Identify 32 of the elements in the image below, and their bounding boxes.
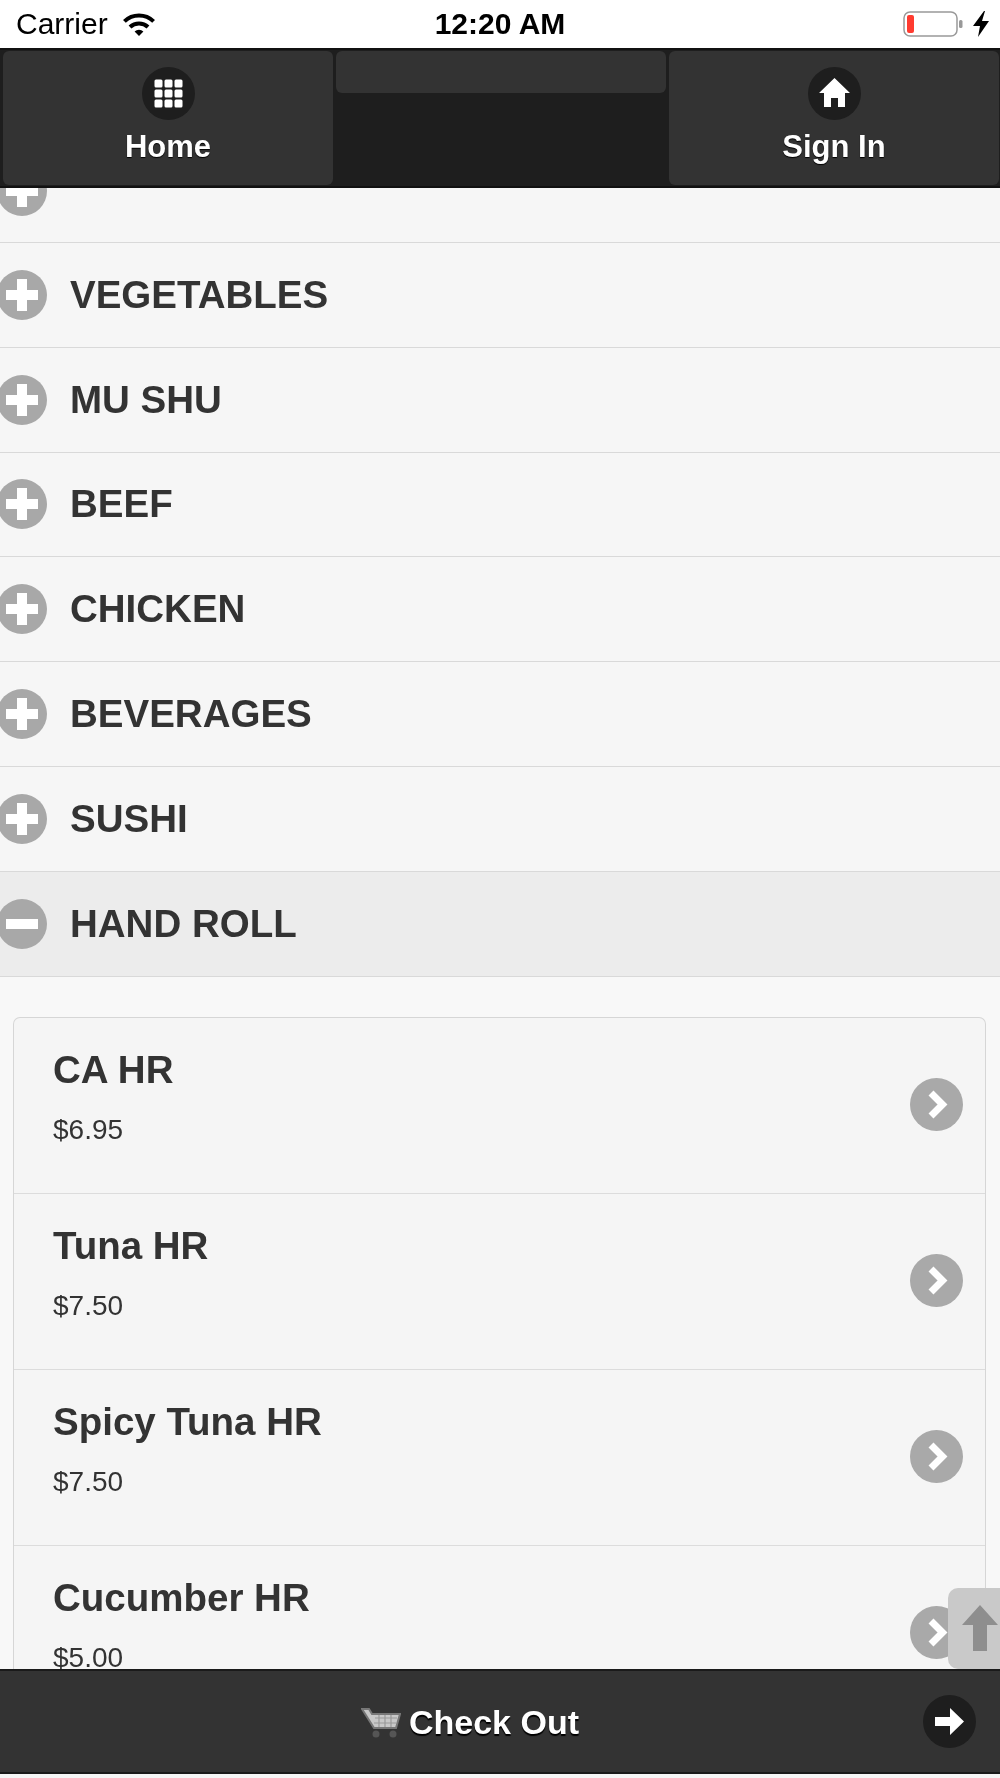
item-price: $7.50 — [53, 1293, 124, 1318]
item-name: Spicy Tuna HR — [53, 1399, 322, 1444]
chevron-right-icon — [910, 1605, 948, 1659]
arrow-right-icon — [923, 1695, 976, 1748]
chevron-right-icon — [910, 1429, 963, 1483]
nav-button[interactable]: Home — [3, 51, 333, 185]
menu-item[interactable]: Spicy Tuna HR $7.50 — [14, 1369, 985, 1546]
category-button[interactable]: HAND ROLL — [0, 871, 1000, 977]
chevron-right-icon — [910, 1253, 963, 1307]
checkout-button[interactable]: Check Out — [0, 1669, 1000, 1774]
wifi-icon — [121, 12, 156, 36]
nav-tab[interactable] — [336, 51, 666, 93]
house-icon — [807, 67, 861, 120]
item-price: $6.95 — [53, 1117, 124, 1142]
item-name: CA HR — [53, 1047, 174, 1092]
menu-item[interactable]: Tuna HR $7.50 — [14, 1193, 985, 1370]
carrier-name: Carrier — [16, 7, 108, 41]
battery-icon — [903, 11, 963, 37]
item-price: $5.00 — [53, 1645, 124, 1669]
clock-time: 12:20 AM — [434, 7, 566, 41]
up-arrow-icon — [960, 1603, 1000, 1654]
nav-button[interactable]: Sign In — [669, 51, 999, 185]
item-name: Tuna HR — [53, 1223, 209, 1268]
grid-icon — [141, 67, 195, 120]
cart-icon — [360, 1705, 401, 1738]
chevron-right-icon — [910, 1077, 963, 1131]
category-button[interactable] — [0, 188, 1000, 243]
item-name: Cucumber HR — [53, 1575, 310, 1620]
item-price: $7.50 — [53, 1469, 124, 1494]
bolt-icon — [973, 11, 989, 37]
menu-item[interactable]: CA HR $6.95 — [14, 1017, 985, 1194]
scroll-top-button[interactable] — [948, 1587, 1000, 1669]
